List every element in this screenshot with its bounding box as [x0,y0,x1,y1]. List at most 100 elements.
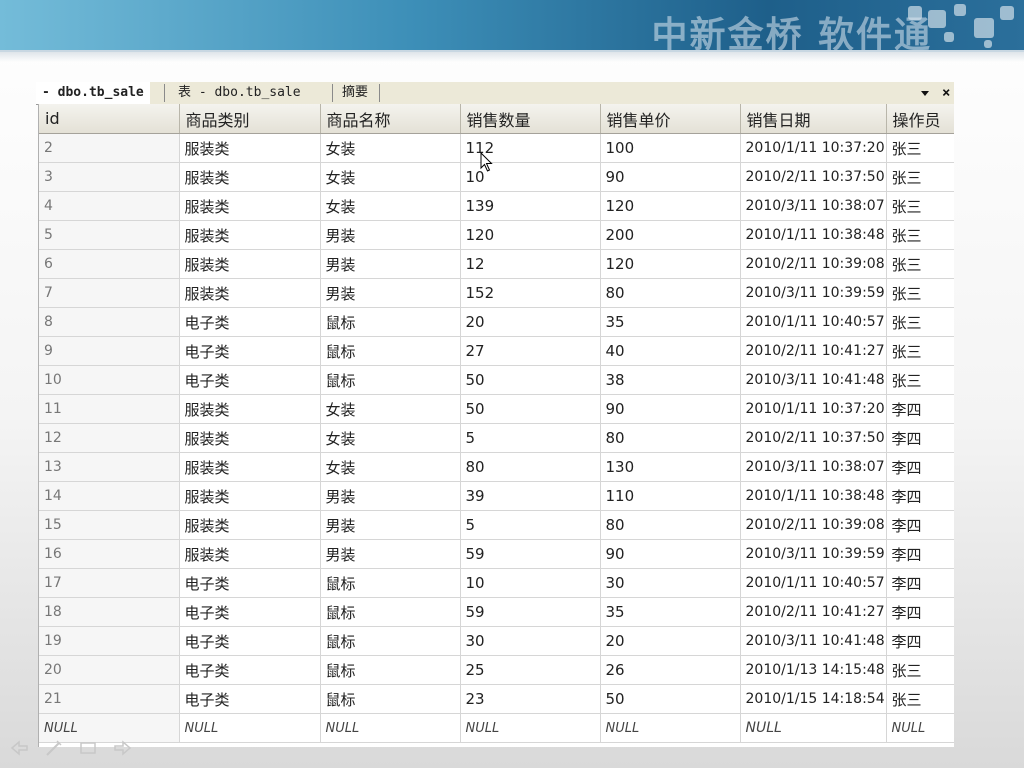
table-cell-product[interactable]: 鼠标 [320,684,461,714]
table-cell-operator[interactable]: 张三 [886,684,954,714]
table-cell-product[interactable]: 男装 [320,220,461,250]
table-cell-operator[interactable]: 张三 [886,365,954,395]
table-cell-operator[interactable]: 张三 [886,336,954,366]
table-row[interactable]: 2 服装类 女装 112 100 2010/1/11 10:37:20 张三 [39,133,954,163]
table-cell-operator[interactable]: 李四 [886,597,954,627]
table-cell-product[interactable]: 鼠标 [320,365,461,395]
table-cell-quantity[interactable]: 25 [460,655,601,685]
table-row[interactable]: 16 服装类 男装 59 90 2010/3/11 10:39:59 李四 [39,539,954,569]
table-cell-price[interactable]: 35 [600,307,741,337]
table-cell-date[interactable]: 2010/1/15 14:18:54 [740,684,887,714]
table-cell-id[interactable]: 4 [39,191,180,221]
table-cell-quantity[interactable]: 30 [460,626,601,656]
table-row[interactable]: 14 服装类 男装 39 110 2010/1/11 10:38:48 李四 [39,481,954,511]
table-cell-category[interactable]: 服装类 [179,133,321,163]
table-cell-date[interactable]: 2010/2/11 10:37:50 [740,423,887,453]
table-cell-category[interactable]: 服装类 [179,394,321,424]
tab-summary[interactable]: 摘要 [336,82,374,104]
table-cell-product[interactable]: 女装 [320,162,461,192]
table-cell-operator[interactable]: 张三 [886,307,954,337]
table-cell-category[interactable]: 电子类 [179,336,321,366]
table-cell-category[interactable]: 服装类 [179,510,321,540]
table-cell-id[interactable]: 6 [39,249,180,279]
table-cell-quantity[interactable]: 120 [460,220,601,250]
table-cell-date[interactable]: 2010/3/11 10:38:07 [740,452,887,482]
table-cell-product[interactable]: 女装 [320,133,461,163]
table-cell-id[interactable]: 12 [39,423,180,453]
table-cell-id[interactable]: 19 [39,626,180,656]
table-cell-id[interactable]: 7 [39,278,180,308]
table-cell-date[interactable]: 2010/2/11 10:39:08 [740,249,887,279]
table-cell-price[interactable]: 100 [600,133,741,163]
table-row[interactable]: 21 电子类 鼠标 23 50 2010/1/15 14:18:54 张三 [39,684,954,714]
close-tab-button[interactable]: × [942,82,950,104]
table-cell-quantity[interactable]: 50 [460,365,601,395]
next-arrow-icon[interactable] [112,738,132,758]
table-cell-date[interactable]: 2010/1/11 10:40:57 [740,568,887,598]
table-cell-category[interactable]: 电子类 [179,568,321,598]
table-cell-category[interactable]: 服装类 [179,220,321,250]
table-cell-quantity[interactable]: 23 [460,684,601,714]
column-header-date[interactable]: 销售日期 [740,104,887,134]
table-row[interactable]: 4 服装类 女装 139 120 2010/3/11 10:38:07 张三 [39,191,954,221]
table-cell-operator[interactable]: 张三 [886,655,954,685]
table-cell-id[interactable]: 14 [39,481,180,511]
table-row[interactable]: 10 电子类 鼠标 50 38 2010/3/11 10:41:48 张三 [39,365,954,395]
table-cell-operator[interactable]: 张三 [886,133,954,163]
column-header-product[interactable]: 商品名称 [320,104,461,134]
table-cell-category[interactable]: 服装类 [179,191,321,221]
table-cell-price[interactable]: 90 [600,394,741,424]
table-cell-price[interactable]: 30 [600,568,741,598]
table-cell-date[interactable]: 2010/2/11 10:41:27 [740,336,887,366]
table-cell-product[interactable]: 男装 [320,481,461,511]
table-row[interactable]: 18 电子类 鼠标 59 35 2010/2/11 10:41:27 李四 [39,597,954,627]
table-cell-date[interactable]: 2010/1/11 10:37:20 [740,133,887,163]
column-header-operator[interactable]: 操作员 [886,104,954,134]
table-cell-id[interactable]: 13 [39,452,180,482]
table-cell-quantity[interactable]: 39 [460,481,601,511]
table-cell-id[interactable]: 15 [39,510,180,540]
table-cell-quantity[interactable]: 12 [460,249,601,279]
table-cell-operator[interactable]: 张三 [886,220,954,250]
table-cell-product[interactable]: 女装 [320,191,461,221]
table-cell-price[interactable]: 130 [600,452,741,482]
table-cell-quantity[interactable]: 27 [460,336,601,366]
table-row[interactable]: 12 服装类 女装 5 80 2010/2/11 10:37:50 李四 [39,423,954,453]
table-cell-date[interactable]: 2010/3/11 10:39:59 [740,539,887,569]
table-cell-operator[interactable]: 李四 [886,394,954,424]
table-cell-product[interactable]: 女装 [320,452,461,482]
table-cell-category[interactable]: 服装类 [179,162,321,192]
table-cell-price[interactable]: 20 [600,626,741,656]
table-cell-category[interactable]: 服装类 [179,539,321,569]
table-cell-id[interactable]: 9 [39,336,180,366]
table-cell-quantity[interactable]: 59 [460,539,601,569]
table-cell-date[interactable]: 2010/1/11 10:37:20 [740,394,887,424]
column-header-price[interactable]: 销售单价 [600,104,741,134]
table-cell-date[interactable]: 2010/2/11 10:41:27 [740,597,887,627]
table-cell-price[interactable]: 80 [600,423,741,453]
table-cell-category[interactable]: NULL [179,713,321,743]
table-cell-product[interactable]: 男装 [320,278,461,308]
column-header-id[interactable]: id [39,104,180,134]
table-cell-category[interactable]: 服装类 [179,423,321,453]
table-cell-category[interactable]: 服装类 [179,278,321,308]
table-cell-date[interactable]: 2010/1/11 10:40:57 [740,307,887,337]
table-cell-operator[interactable]: 李四 [886,423,954,453]
table-cell-price[interactable]: NULL [600,713,741,743]
table-cell-quantity[interactable]: 5 [460,423,601,453]
table-cell-price[interactable]: 50 [600,684,741,714]
table-cell-id[interactable]: 11 [39,394,180,424]
table-cell-product[interactable]: 男装 [320,249,461,279]
table-cell-quantity[interactable]: 5 [460,510,601,540]
table-cell-quantity[interactable]: NULL [460,713,601,743]
table-cell-operator[interactable]: 张三 [886,191,954,221]
table-cell-operator[interactable]: 李四 [886,539,954,569]
table-cell-price[interactable]: 80 [600,510,741,540]
table-cell-id[interactable]: 16 [39,539,180,569]
table-row[interactable]: 19 电子类 鼠标 30 20 2010/3/11 10:41:48 李四 [39,626,954,656]
table-cell-operator[interactable]: NULL [886,713,954,743]
column-header-category[interactable]: 商品类别 [179,104,321,134]
table-cell-price[interactable]: 40 [600,336,741,366]
prev-arrow-icon[interactable] [10,738,30,758]
table-cell-price[interactable]: 90 [600,539,741,569]
